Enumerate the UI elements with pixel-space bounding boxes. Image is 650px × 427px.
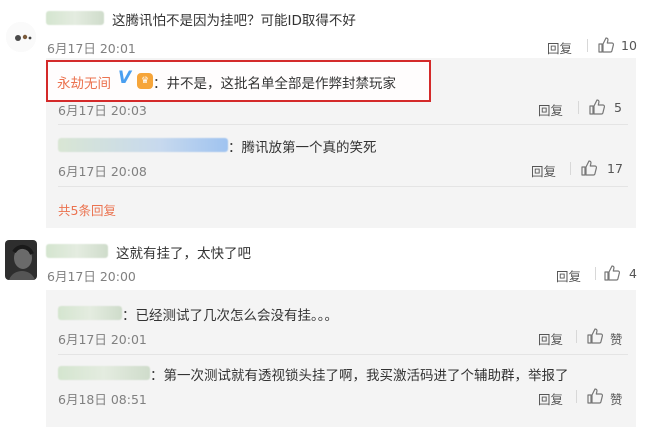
comment-time: 6月17日 20:00 [47,269,136,284]
thumbs-up-icon[interactable] [586,327,604,345]
thumbs-up-icon[interactable] [588,98,606,116]
like-label[interactable]: 赞 [610,389,623,408]
more-replies-link[interactable]: 共5条回复 [58,200,116,219]
comment-time: 6月17日 20:01 [47,41,136,56]
like-count: 17 [607,161,623,176]
divider [570,162,571,175]
reply-time: 6月17日 20:08 [58,164,147,179]
user-name-blurred[interactable] [46,244,108,258]
reply-time: 6月18日 08:51 [58,392,147,407]
divider [595,267,596,280]
verified-icon: V [118,68,132,88]
comment-text: 这腾讯怕不是因为挂吧？可能ID取得不好 [112,13,356,29]
reply-button[interactable]: 回复 [538,389,563,408]
avatar[interactable] [6,22,36,52]
divider [578,101,579,114]
reply-time: 6月17日 20:01 [58,332,147,347]
reply-text: ：第一次测试就有透视锁头挂了啊，我买激活码进了个辅助群，举报了 [150,368,569,384]
divider [587,39,588,52]
reply-text: ：已经测试了几次怎么会没有挂。。。 [122,308,338,324]
like-label[interactable]: 赞 [610,329,623,348]
reply-button[interactable]: 回复 [547,38,572,57]
thumbs-up-icon[interactable] [603,264,621,282]
divider [58,124,628,125]
comment-text: 这就有挂了，太快了吧 [116,246,251,262]
like-count: 5 [614,100,622,115]
divider [576,390,577,403]
avatar[interactable] [5,240,37,280]
thumbs-up-icon[interactable] [580,159,598,177]
reply-author[interactable]: 永劫无间 [57,72,111,92]
user-name-blurred[interactable] [58,306,122,320]
divider [576,330,577,343]
like-count: 10 [621,38,637,53]
divider [58,354,628,355]
avatar-image [6,22,36,52]
user-name-blurred[interactable] [46,11,104,25]
like-count: 4 [629,266,637,281]
user-name-blurred[interactable] [58,138,228,152]
reply-button[interactable]: 回复 [538,100,563,119]
thumbs-up-icon[interactable] [586,387,604,405]
reply-text: ：腾讯放第一个真的笑死 [228,140,377,156]
avatar-image [5,240,37,280]
reply-text: ：井不是，这批名单全部是作弊封禁玩家 [153,76,396,92]
reply-button[interactable]: 回复 [531,161,556,180]
reply-button[interactable]: 回复 [538,329,563,348]
thumbs-up-icon[interactable] [597,36,615,54]
divider [58,186,628,187]
user-name-blurred[interactable] [58,366,150,380]
reply-time: 6月17日 20:03 [58,103,147,118]
reply-button[interactable]: 回复 [556,266,581,285]
reply-author-name[interactable]: 永劫无间 [57,76,111,92]
member-badge-icon: ♛ [137,73,153,89]
